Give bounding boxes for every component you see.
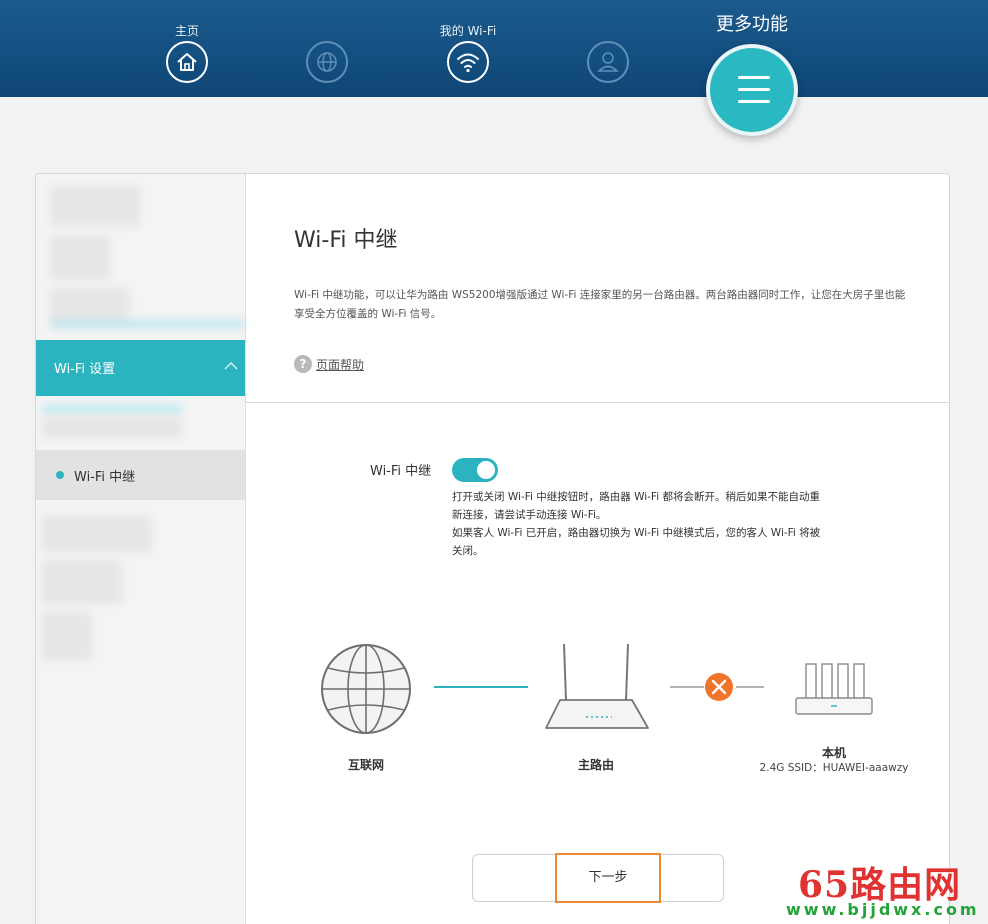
user-icon[interactable] [586,40,630,84]
local-router-icon [795,663,873,715]
sidebar: Wi-Fi 设置 Wi-Fi 中继 [36,174,246,924]
chevron-up-icon [224,362,238,370]
next-step-button[interactable]: 下一步 [555,853,661,903]
section-divider [246,402,949,403]
main-router-label: 主路由 [577,758,614,772]
disconnected-icon [705,673,733,701]
blurred-menu-item [50,186,140,226]
nav-home[interactable]: 主页 [147,22,227,84]
help-link[interactable]: ? 页面帮助 [294,354,364,374]
hint-line-1: 打开或关闭 Wi-Fi 中继按钮时，路由器 Wi-Fi 都将会断开。稍后如果不能… [452,491,820,521]
blurred-menu-item [42,560,122,604]
blurred-menu-item [42,516,152,552]
sidebar-item-label: Wi-Fi 中继 [74,470,136,485]
hint-line-2: 如果客人 Wi-Fi 已开启，路由器切换为 Wi-Fi 中继模式后，您的客人 W… [452,527,821,557]
sidebar-item-wifi-repeater[interactable]: Wi-Fi 中继 [36,450,245,500]
nav-internet[interactable] [287,22,367,84]
toggle-knob [477,461,495,479]
content-area: Wi-Fi 中继 Wi-Fi 中继功能，可以让华为路由 WS5200增强版通过 … [246,174,949,924]
wifi-icon[interactable] [446,40,490,84]
nav-more-label: 更多功能 [716,14,788,35]
sidebar-group-wifi-settings[interactable]: Wi-Fi 设置 [36,340,245,396]
repeater-toggle[interactable] [452,458,498,482]
main-panel: Wi-Fi 设置 Wi-Fi 中继 Wi-Fi 中继 Wi-Fi 中继功能，可以… [35,173,950,924]
top-navigation-bar: 主页 我的 Wi-Fi 更多功能 [0,0,988,97]
next-step-button-frame[interactable]: 下一步 [472,853,724,903]
blurred-menu-item [50,320,244,328]
blurred-menu-item [50,236,110,280]
sidebar-group-label: Wi-Fi 设置 [54,362,116,377]
nav-my-wifi[interactable]: 我的 Wi-Fi [428,22,508,84]
internet-label: 互联网 [347,758,384,772]
blurred-menu-item [50,288,130,324]
menu-icon [738,76,770,79]
nav-home-label: 主页 [174,24,199,38]
more-functions-button[interactable] [706,44,798,136]
globe-icon[interactable] [305,40,349,84]
main-router-icon [545,643,649,729]
repeater-toggle-label: Wi-Fi 中继 [370,464,432,479]
watermark-url: www.bjjdwx.com [786,900,980,919]
repeater-hint: 打开或关闭 Wi-Fi 中继按钮时，路由器 Wi-Fi 都将会断开。稍后如果不能… [452,488,822,560]
internet-globe-icon [321,644,411,734]
connection-diagram: 互联网 主路由 本机 2.4G SSID：HUAWEI-aaawzy [246,634,949,784]
question-icon: ? [294,355,312,373]
diagram-graphic [321,643,873,734]
help-link-label[interactable]: 页面帮助 [316,356,364,373]
home-icon[interactable] [165,40,209,84]
page-description: Wi-Fi 中继功能，可以让华为路由 WS5200增强版通过 Wi-Fi 连接家… [294,289,906,320]
page-title: Wi-Fi 中继 [294,228,398,253]
site-watermark: 65路由网 www.bjjdwx.com [786,856,984,924]
nav-devices[interactable] [568,22,648,84]
nav-wifi-label: 我的 Wi-Fi [439,24,497,38]
local-ssid-label: 2.4G SSID：HUAWEI-aaawzy [759,762,909,774]
active-dot-icon [56,471,64,479]
blurred-menu-item [42,416,182,438]
blurred-menu-item [42,404,182,414]
local-device-label: 本机 [821,746,846,760]
blurred-menu-item [42,612,92,660]
